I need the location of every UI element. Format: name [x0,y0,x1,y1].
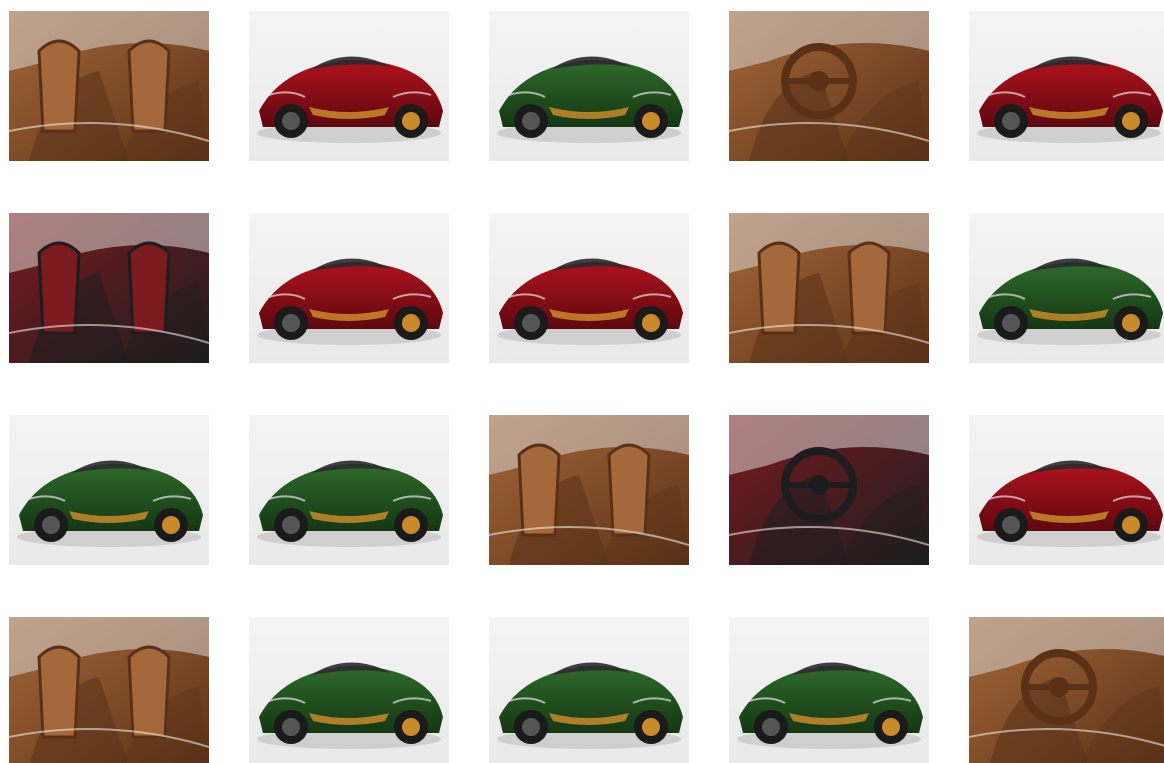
red-black-car-interior-image [9,213,209,363]
tan-leather-car-interior-image [489,415,689,565]
thumbnail-interior-dashboard-close[interactable] [9,617,209,763]
thumbnail-interior-seats-cabin[interactable] [729,213,929,363]
thumbnail-exterior-front-three-quarter[interactable] [729,617,929,763]
tan-leather-car-interior-image [9,617,209,763]
thumbnail-exterior-front-low[interactable] [249,617,449,763]
image-gallery [0,0,1164,763]
thumbnail-exterior-rear-low[interactable] [489,617,689,763]
thumbnail-interior-seat-side[interactable] [9,213,209,363]
green-car-exterior-image [249,415,449,565]
tan-leather-car-interior-image [9,11,209,161]
red-car-exterior-image [969,415,1164,565]
thumbnail-exterior-rear[interactable] [969,213,1164,363]
thumbnail-exterior-front-three-quarter-right[interactable] [969,11,1164,161]
tan-leather-car-interior-image [969,617,1164,763]
thumbnail-exterior-side-top[interactable] [249,415,449,565]
thumbnail-exterior-rear-three-quarter[interactable] [489,11,689,161]
thumbnail-interior-cabin-dash[interactable] [489,415,689,565]
tan-leather-car-interior-image [729,11,929,161]
green-car-exterior-image [489,617,689,763]
green-car-exterior-image [249,617,449,763]
thumbnail-exterior-front-high[interactable] [489,213,689,363]
thumbnail-exterior-side-doors-open[interactable] [969,415,1164,565]
red-car-exterior-image [249,213,449,363]
green-car-exterior-image [489,11,689,161]
red-black-car-interior-image [729,415,929,565]
red-car-exterior-image [969,11,1164,161]
red-car-exterior-image [489,213,689,363]
tan-leather-car-interior-image [729,213,929,363]
red-car-exterior-image [249,11,449,161]
green-car-exterior-image [729,617,929,763]
thumbnail-interior-steering-wheel[interactable] [729,415,929,565]
thumbnail-interior-seats[interactable] [9,11,209,161]
thumbnail-interior-steering-wheel[interactable] [729,11,929,161]
green-car-exterior-image [969,213,1164,363]
thumbnail-exterior-front-doors-open[interactable] [9,415,209,565]
thumbnail-interior-steering-wheel[interactable] [969,617,1164,763]
thumbnail-exterior-side-profile[interactable] [249,213,449,363]
green-car-exterior-image [9,415,209,565]
thumbnail-exterior-front-three-quarter-left[interactable] [249,11,449,161]
